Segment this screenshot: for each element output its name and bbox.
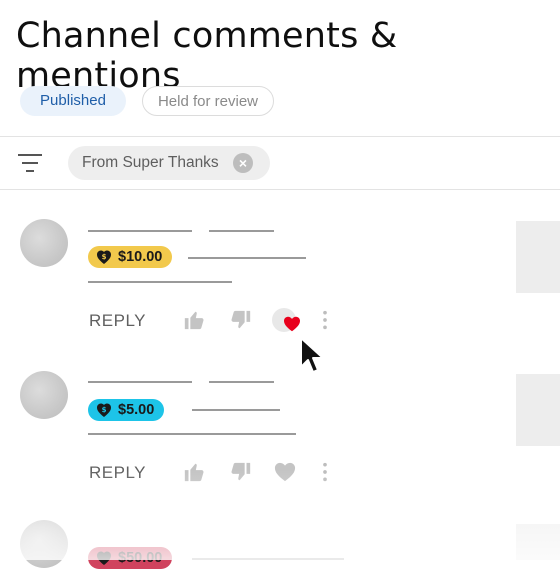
filter-chip-label: From Super Thanks: [82, 154, 219, 171]
thumb-down-icon[interactable]: [230, 309, 252, 331]
reply-button[interactable]: REPLY: [89, 311, 146, 331]
comment-item: $ $10.00 REPLY: [0, 219, 560, 369]
tab-held-for-review[interactable]: Held for review: [142, 86, 274, 116]
tab-published[interactable]: Published: [20, 86, 126, 116]
super-thanks-badge: $ $10.00: [88, 246, 173, 268]
placeholder-line: [88, 230, 192, 232]
super-thanks-amount: $50.00: [118, 550, 163, 566]
super-thanks-badge: $ $5.00: [88, 399, 165, 421]
placeholder-line: [88, 433, 296, 435]
filter-icon[interactable]: [18, 154, 42, 174]
placeholder-line: [88, 281, 232, 283]
coin-icon: [97, 551, 111, 565]
thumb-down-icon[interactable]: [230, 461, 252, 483]
more-vert-icon[interactable]: [315, 309, 335, 331]
placeholder-line: [209, 230, 274, 232]
divider: [0, 189, 560, 190]
filter-chip[interactable]: From Super Thanks ×: [68, 146, 270, 180]
close-icon[interactable]: ×: [233, 153, 253, 173]
super-thanks-amount: $10.00: [118, 249, 163, 265]
avatar: [20, 219, 68, 267]
placeholder-line: [209, 381, 274, 383]
coin-icon: $: [97, 403, 111, 417]
thumb-up-icon[interactable]: [183, 461, 205, 483]
placeholder-line: [192, 409, 280, 411]
heart-icon[interactable]: [274, 461, 296, 483]
svg-text:$: $: [102, 406, 107, 414]
avatar: [20, 520, 68, 568]
more-vert-icon[interactable]: [315, 461, 335, 483]
super-thanks-badge: $50.00: [88, 547, 173, 569]
reply-button[interactable]: REPLY: [89, 463, 146, 483]
placeholder-line: [188, 257, 306, 259]
super-thanks-amount: $5.00: [118, 402, 155, 418]
comment-item: $ $5.00 REPLY: [0, 371, 560, 521]
page-title: Channel comments & mentions: [16, 16, 398, 96]
coin-icon: $: [97, 250, 111, 264]
comment-item: $50.00: [0, 520, 560, 569]
placeholder-line: [88, 381, 192, 383]
heart-icon[interactable]: [283, 316, 301, 332]
divider: [0, 136, 560, 137]
thumb-up-icon[interactable]: [183, 309, 205, 331]
svg-text:$: $: [102, 253, 107, 261]
avatar: [20, 371, 68, 419]
cursor-icon: [300, 337, 324, 373]
